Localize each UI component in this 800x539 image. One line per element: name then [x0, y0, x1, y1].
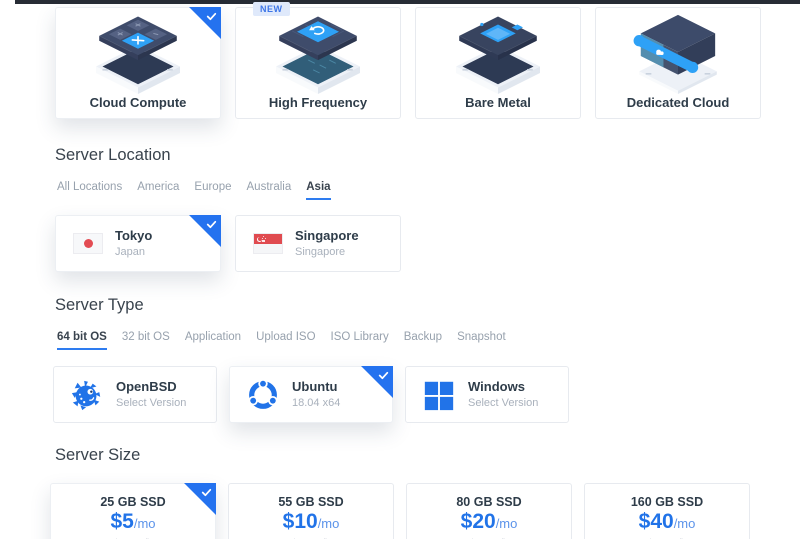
product-card-dedicated-cloud[interactable]: Dedicated Cloud — [595, 7, 761, 119]
product-row: Cloud Compute NEW High Frequency — [55, 7, 761, 119]
price-monthly: $20 — [461, 510, 496, 533]
product-card-high-frequency[interactable]: NEW High Frequency — [235, 7, 401, 119]
os-version: Select Version — [116, 397, 186, 410]
server-type-heading: Server Type — [55, 296, 144, 315]
storage-label: 160 GB SSD — [585, 496, 749, 509]
os-name: Windows — [468, 380, 538, 395]
location-row: Tokyo Japan Singapore Singapore — [55, 215, 401, 272]
server-location-heading: Server Location — [55, 146, 171, 165]
os-card-openbsd[interactable]: OpenBSD Select Version — [53, 366, 217, 423]
tab-iso-library[interactable]: ISO Library — [331, 331, 389, 350]
tab-america[interactable]: America — [137, 181, 179, 200]
price-suffix: /mo — [674, 516, 696, 531]
tab-europe[interactable]: Europe — [194, 181, 231, 200]
windows-icon — [422, 378, 456, 412]
size-row: 25 GB SSD $5/mo $0.007/h 55 GB SSD $10/m… — [50, 483, 750, 539]
tab-backup[interactable]: Backup — [404, 331, 442, 350]
server-type-tabs: 64 bit OS 32 bit OS Application Upload I… — [57, 331, 506, 350]
cloud-compute-illustration — [74, 10, 202, 94]
os-card-windows[interactable]: Windows Select Version — [405, 366, 569, 423]
high-frequency-illustration — [254, 10, 382, 94]
location-tabs: All Locations America Europe Australia A… — [57, 181, 331, 200]
selected-check-icon — [361, 366, 393, 398]
price-monthly: $5 — [110, 510, 133, 533]
size-card-25gb[interactable]: 25 GB SSD $5/mo $0.007/h — [50, 483, 216, 539]
price-monthly: $10 — [283, 510, 318, 533]
product-card-bare-metal[interactable]: Bare Metal — [415, 7, 581, 119]
location-card-tokyo[interactable]: Tokyo Japan — [55, 215, 221, 272]
size-card-55gb[interactable]: 55 GB SSD $10/mo $0.015/h — [228, 483, 394, 539]
size-card-160gb[interactable]: 160 GB SSD $40/mo $0.060/h — [584, 483, 750, 539]
price-suffix: /mo — [496, 516, 518, 531]
new-badge: NEW — [253, 2, 290, 16]
selected-check-icon — [189, 215, 221, 247]
bare-metal-illustration — [434, 10, 562, 94]
price-line: $5/mo — [51, 511, 215, 535]
vultr-deploy-page: Cloud Compute NEW High Frequency — [0, 0, 800, 539]
singapore-flag-icon — [253, 233, 283, 254]
openbsd-icon — [70, 378, 104, 412]
os-version: 18.04 x64 — [292, 397, 340, 410]
storage-label: 25 GB SSD — [51, 496, 215, 509]
product-card-label: High Frequency — [269, 95, 367, 110]
price-suffix: /mo — [318, 516, 340, 531]
tab-upload-iso[interactable]: Upload ISO — [256, 331, 315, 350]
price-monthly: $40 — [639, 510, 674, 533]
product-card-cloud-compute[interactable]: Cloud Compute — [55, 7, 221, 119]
tab-all-locations[interactable]: All Locations — [57, 181, 122, 200]
tab-asia[interactable]: Asia — [306, 181, 330, 200]
os-card-ubuntu[interactable]: Ubuntu 18.04 x64 — [229, 366, 393, 423]
japan-flag-icon — [73, 233, 103, 254]
dedicated-cloud-illustration — [614, 10, 742, 94]
price-line: $40/mo — [585, 511, 749, 535]
price-line: $20/mo — [407, 511, 571, 535]
size-card-80gb[interactable]: 80 GB SSD $20/mo $0.030/h — [406, 483, 572, 539]
storage-label: 55 GB SSD — [229, 496, 393, 509]
tab-32-bit-os[interactable]: 32 bit OS — [122, 331, 170, 350]
os-row: OpenBSD Select Version Ubuntu 18.04 x64 — [53, 366, 569, 423]
price-suffix: /mo — [134, 516, 156, 531]
tab-application[interactable]: Application — [185, 331, 241, 350]
location-city: Singapore — [295, 229, 359, 244]
tab-snapshot[interactable]: Snapshot — [457, 331, 506, 350]
product-card-label: Cloud Compute — [90, 95, 187, 110]
location-city: Tokyo — [115, 229, 152, 244]
product-card-label: Bare Metal — [465, 95, 531, 110]
price-line: $10/mo — [229, 511, 393, 535]
storage-label: 80 GB SSD — [407, 496, 571, 509]
tab-australia[interactable]: Australia — [247, 181, 292, 200]
server-size-heading: Server Size — [55, 446, 140, 465]
tab-64-bit-os[interactable]: 64 bit OS — [57, 331, 107, 350]
os-name: Ubuntu — [292, 380, 340, 395]
os-name: OpenBSD — [116, 380, 186, 395]
product-card-label: Dedicated Cloud — [627, 95, 730, 110]
location-card-singapore[interactable]: Singapore Singapore — [235, 215, 401, 272]
location-country: Singapore — [295, 246, 359, 259]
location-country: Japan — [115, 246, 152, 259]
os-version: Select Version — [468, 397, 538, 410]
top-edge-strip — [15, 0, 800, 4]
ubuntu-icon — [246, 378, 280, 412]
